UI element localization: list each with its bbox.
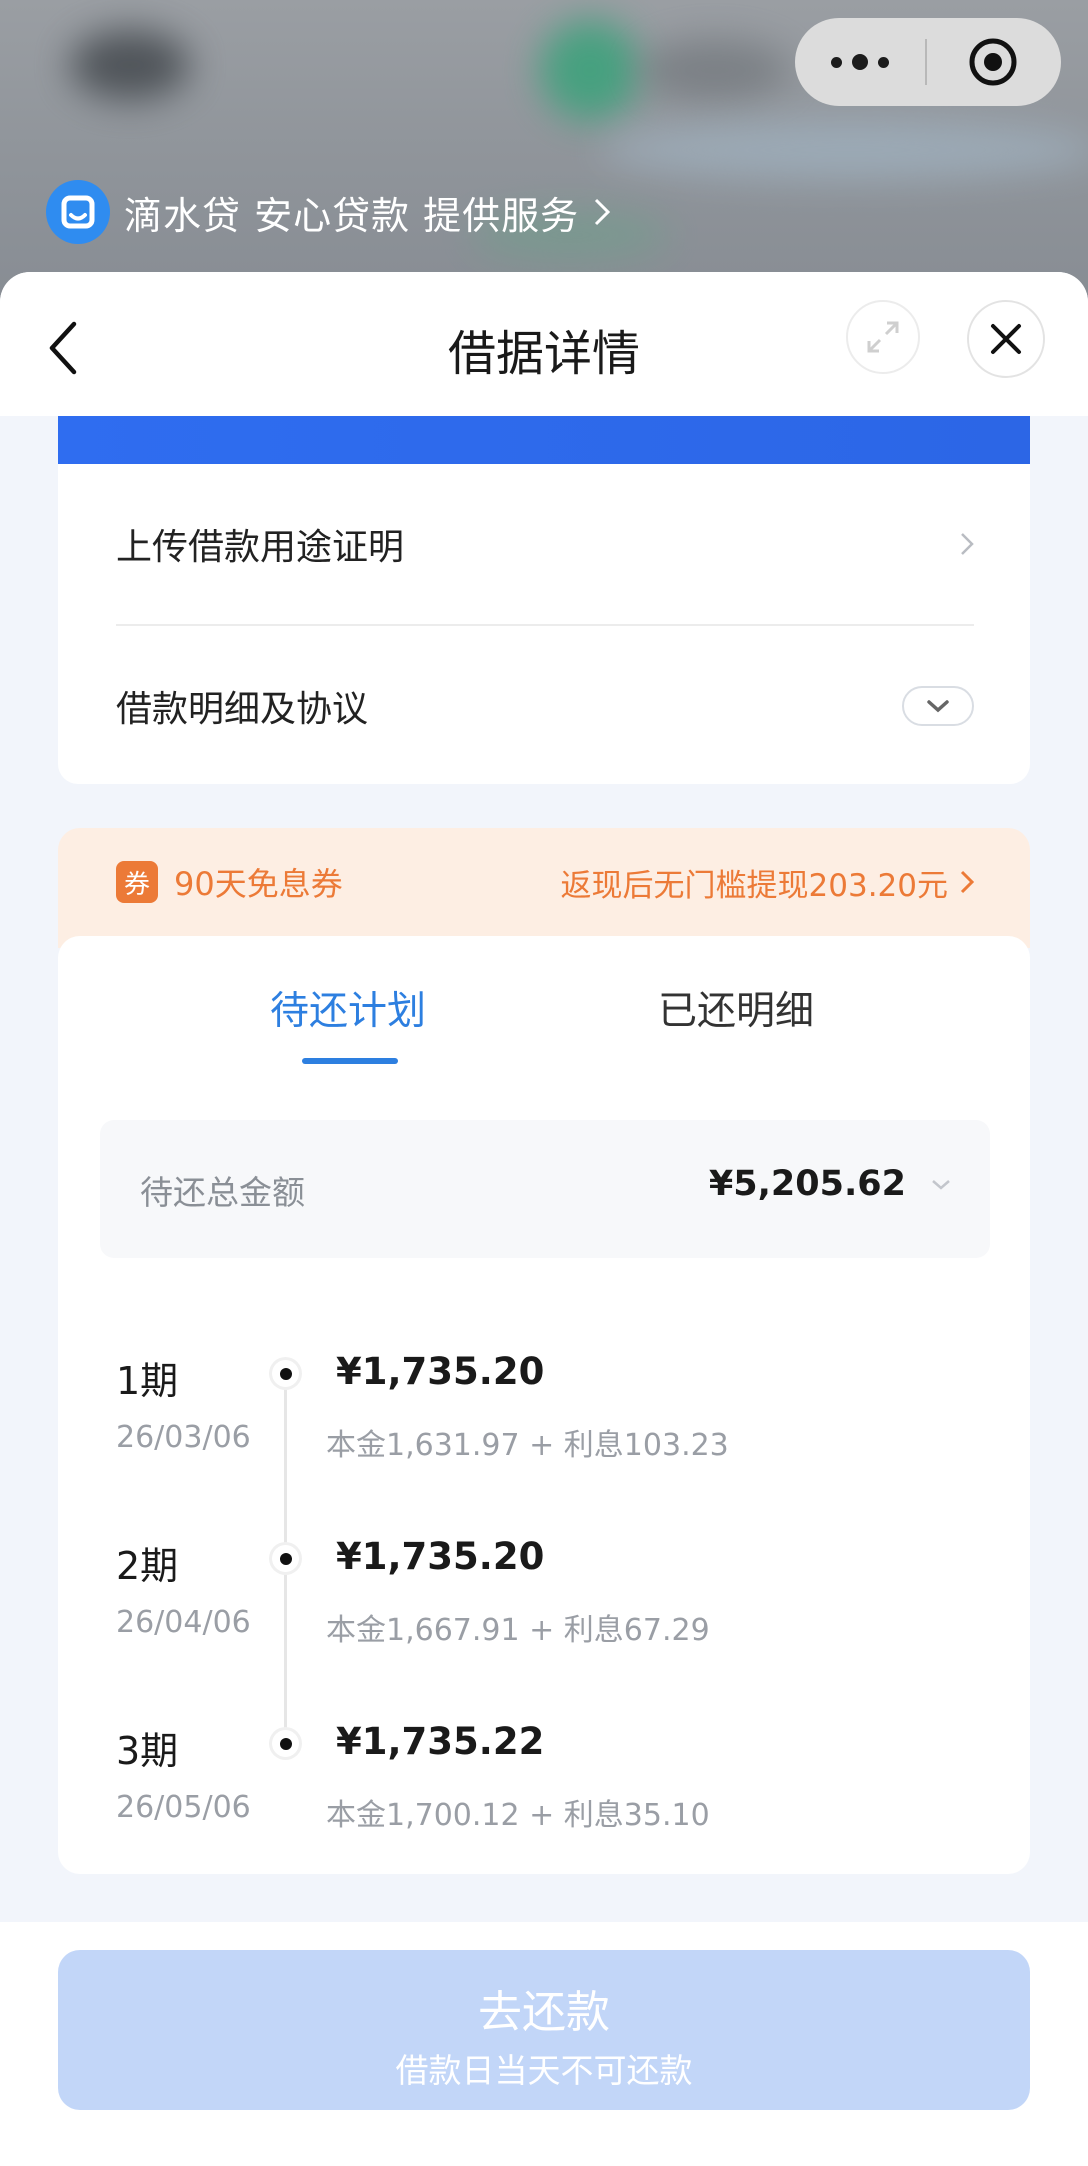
expand-icon — [867, 321, 899, 353]
more-dots-icon[interactable] — [795, 18, 925, 106]
timeline-dot — [272, 1360, 299, 1387]
total-due-amount: ¥5,205.62 — [708, 1164, 906, 1204]
installment-period: 3期 — [116, 1729, 179, 1773]
installment-amount: ¥1,735.20 — [336, 1350, 545, 1393]
blurred-shape — [540, 20, 640, 120]
total-due-label: 待还总金额 — [140, 1173, 305, 1212]
chevron-down-icon — [927, 700, 949, 713]
repay-button-hint: 借款日当天不可还款 — [395, 2051, 693, 2090]
loan-agreement-row[interactable]: 借款明细及协议 — [116, 626, 974, 786]
close-icon — [991, 324, 1021, 354]
dot — [831, 56, 842, 68]
installment-amount: ¥1,735.22 — [336, 1720, 545, 1763]
loan-actions-card: 上传借款用途证明 借款明细及协议 — [58, 464, 1030, 784]
dishui-logo-icon — [46, 180, 110, 244]
page-title: 借据详情 — [447, 326, 640, 382]
loan-detail-sheet: 借据详情 上传借款用途证明 借款明细及协议 券 90天免息券 返现后无门槛提现2… — [0, 272, 1088, 2166]
coupon-info: 券 90天免息券 — [116, 859, 343, 905]
loan-summary-banner-edge — [58, 416, 1030, 464]
tab-repaid-details[interactable]: 已还明细 — [658, 980, 814, 1036]
coupon-link-text: 返现后无门槛提现203.20元 — [560, 867, 948, 904]
chevron-right-icon — [961, 533, 974, 555]
plan-tabs: 待还计划 已还明细 — [58, 936, 1030, 1076]
chevron-right-icon — [595, 198, 611, 226]
total-due-row[interactable]: 待还总金额 ¥5,205.62 — [100, 1120, 990, 1258]
expand-button[interactable] — [846, 300, 920, 374]
coupon-link[interactable]: 返现后无门槛提现203.20元 — [561, 860, 974, 905]
installment-date: 26/03/06 — [116, 1420, 251, 1455]
active-tab-indicator — [302, 1058, 398, 1064]
installment-date: 26/04/06 — [116, 1605, 251, 1640]
chevron-down-icon — [932, 1180, 950, 1190]
mini-program-capsule — [795, 18, 1061, 106]
installment-date: 26/05/06 — [116, 1790, 251, 1825]
target-close-icon[interactable] — [927, 18, 1059, 106]
coupon-banner[interactable]: 券 90天免息券 返现后无门槛提现203.20元 — [58, 828, 1030, 948]
coupon-badge: 券 — [116, 861, 158, 903]
installment-breakdown: 本金1,631.97 + 利息103.23 — [326, 1428, 729, 1463]
blurred-shape — [640, 40, 790, 100]
installment-breakdown: 本金1,700.12 + 利息35.10 — [326, 1798, 710, 1833]
installment-amount: ¥1,735.20 — [336, 1535, 545, 1578]
loan-agreement-label: 借款明细及协议 — [116, 689, 369, 730]
coupon-content: 券 90天免息券 返现后无门槛提现203.20元 — [116, 852, 974, 912]
installment-item: 3期 26/05/06 ¥1,735.22 本金1,700.12 + 利息35.… — [58, 1720, 1030, 1850]
installment-period: 2期 — [116, 1544, 179, 1588]
installment-item: 2期 26/04/06 ¥1,735.20 本金1,667.91 + 利息67.… — [58, 1535, 1030, 1665]
nav-bar: 借据详情 — [0, 272, 1088, 416]
provider-info[interactable]: 滴水贷 安心贷款 提供服务 — [46, 180, 611, 244]
repay-button-label: 去还款 — [478, 1987, 610, 2038]
bottom-action-bar: 去还款 借款日当天不可还款 — [0, 1922, 1088, 2166]
repayment-plan-card: 待还计划 已还明细 待还总金额 ¥5,205.62 1期 26/03/06 ¥1… — [58, 936, 1030, 1874]
chevron-right-icon — [960, 870, 974, 894]
timeline-dot — [272, 1730, 299, 1757]
timeline-dot — [272, 1545, 299, 1572]
repay-button[interactable]: 去还款 借款日当天不可还款 — [58, 1950, 1030, 2110]
upload-proof-label: 上传借款用途证明 — [116, 527, 405, 568]
installment-item: 1期 26/03/06 ¥1,735.20 本金1,631.97 + 利息103… — [58, 1350, 1030, 1480]
coupon-name: 90天免息券 — [174, 865, 343, 903]
installment-breakdown: 本金1,667.91 + 利息67.29 — [326, 1613, 710, 1648]
expand-toggle[interactable] — [902, 686, 974, 726]
dot — [852, 54, 868, 70]
close-button[interactable] — [967, 300, 1045, 378]
installment-period: 1期 — [116, 1359, 179, 1403]
blurred-shape — [600, 120, 1088, 180]
dot — [878, 56, 889, 68]
provider-text: 滴水贷 安心贷款 提供服务 — [124, 193, 580, 238]
upload-proof-row[interactable]: 上传借款用途证明 — [116, 464, 974, 626]
blurred-shape — [70, 30, 190, 100]
tab-pending-plan[interactable]: 待还计划 — [270, 980, 426, 1036]
